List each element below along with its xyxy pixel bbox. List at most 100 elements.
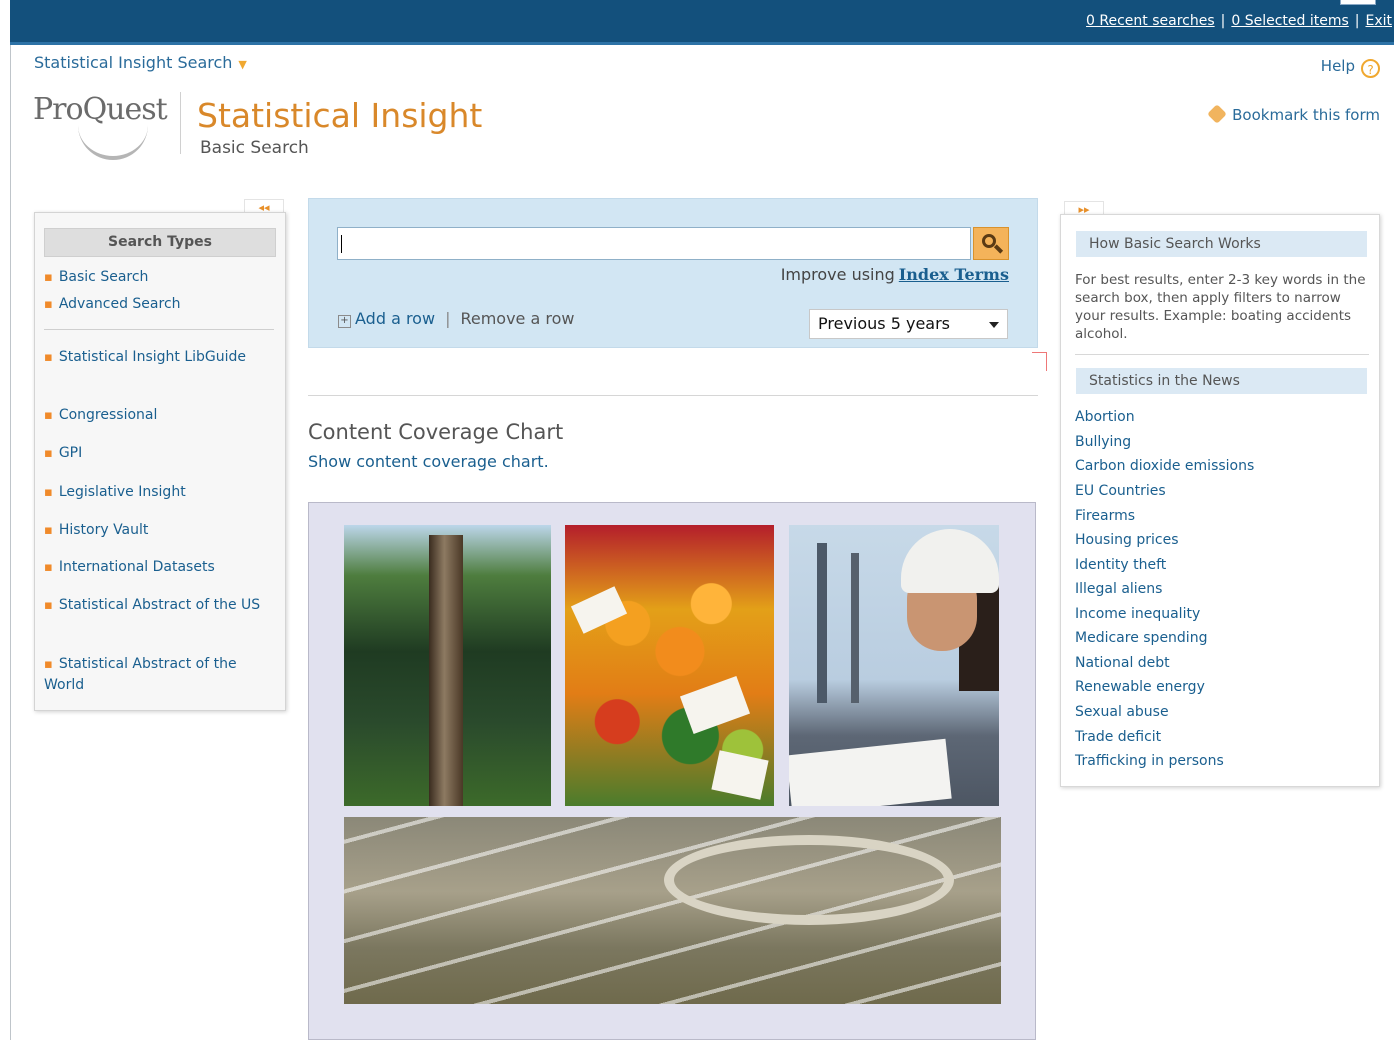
search-button[interactable] <box>973 227 1009 260</box>
logo-swoosh-icon <box>78 120 148 160</box>
nav-advanced-search[interactable]: ▪ Advanced Search <box>44 294 272 315</box>
news-item[interactable]: Sexual abuse <box>1075 702 1169 722</box>
nav-label: Statistical Abstract of the US <box>58 597 261 613</box>
product-subtitle: Basic Search <box>200 138 309 158</box>
news-item[interactable]: Abortion <box>1075 407 1135 427</box>
news-item[interactable]: Firearms <box>1075 506 1135 526</box>
exit-link[interactable]: Exit <box>1365 13 1392 29</box>
bullet-icon: ▪ <box>44 446 53 461</box>
nav-divider <box>44 329 274 330</box>
price-tag <box>679 675 751 735</box>
nav-legislative-insight[interactable]: ▪ Legislative Insight <box>44 482 272 503</box>
selected-items-link[interactable]: 0 Selected items <box>1231 13 1348 29</box>
logo-divider <box>180 92 181 154</box>
row-actions: + Add a row | Remove a row <box>338 309 574 328</box>
nav-label: Statistical Insight LibGuide <box>58 349 247 365</box>
search-types-panel: Search Types ▪ Basic Search ▪ Advanced Sea… <box>34 212 286 711</box>
nav-label: Advanced Search <box>58 296 181 312</box>
news-item[interactable]: National debt <box>1075 653 1170 673</box>
nav-history-vault[interactable]: ▪ History Vault <box>44 520 272 541</box>
nav-basic-search[interactable]: ▪ Basic Search <box>44 267 272 288</box>
improve-label: Improve using <box>780 265 895 284</box>
nav-international-datasets[interactable]: ▪ International Datasets <box>44 557 272 578</box>
topbar-separator: | <box>1220 13 1226 29</box>
recent-searches-link[interactable]: 0 Recent searches <box>1086 13 1215 29</box>
section-divider <box>308 395 1038 396</box>
date-range-value: Previous 5 years <box>818 314 950 333</box>
engineer-photo <box>789 525 999 806</box>
text-cursor <box>341 235 342 253</box>
promo-image-collage <box>308 502 1036 1040</box>
bullet-icon: ▪ <box>44 657 53 672</box>
page-left-border <box>10 0 11 1040</box>
how-basic-search-text: For best results, enter 2-3 key words in… <box>1075 272 1366 342</box>
bullet-icon: ▪ <box>44 408 53 423</box>
news-item[interactable]: Bullying <box>1075 432 1131 452</box>
bullet-icon: ▪ <box>44 270 53 285</box>
topbar-links: 0 Recent searches | 0 Selected items | Exit <box>1086 13 1392 29</box>
bookmark-label: Bookmark this form <box>1232 106 1380 124</box>
nav-abstract-world[interactable]: ▪ Statistical Abstract of the World <box>44 654 272 696</box>
news-item[interactable]: EU Countries <box>1075 481 1166 501</box>
nav-libguide[interactable]: ▪ Statistical Insight LibGuide <box>44 347 272 368</box>
date-range-select[interactable]: Previous 5 years <box>809 309 1008 339</box>
account-badge <box>1340 0 1376 5</box>
nav-gpi[interactable]: ▪ GPI <box>44 443 272 464</box>
magnifier-handle <box>993 244 1004 254</box>
news-item[interactable]: Renewable energy <box>1075 677 1205 697</box>
news-item[interactable]: Medicare spending <box>1075 628 1207 648</box>
hard-hat <box>901 529 999 593</box>
top-navigation-bar: 0 Recent searches | 0 Selected items | Exit <box>10 0 1394 45</box>
help-label: Help <box>1320 57 1355 75</box>
nav-label: International Datasets <box>58 559 215 575</box>
nav-label: Basic Search <box>58 269 149 285</box>
price-tag <box>570 586 628 634</box>
how-basic-search-heading: How Basic Search Works <box>1076 231 1367 257</box>
forest-photo <box>344 525 551 806</box>
highway-loop <box>664 835 954 925</box>
bullet-icon: ▪ <box>44 523 53 538</box>
search-form: Improve using Index Terms + Add a row | Remo… <box>308 198 1038 348</box>
help-link[interactable]: Help? <box>1321 57 1380 78</box>
news-item[interactable]: Income inequality <box>1075 604 1200 624</box>
notepad <box>789 738 952 806</box>
fruit-market-photo <box>565 525 774 806</box>
bullet-icon: ▪ <box>44 297 53 312</box>
show-coverage-chart-link[interactable]: Show content coverage chart. <box>308 452 549 471</box>
add-row-label: Add a row <box>355 309 436 328</box>
remove-row-button[interactable]: Remove a row <box>460 309 574 328</box>
search-types-heading: Search Types <box>44 228 276 257</box>
nav-label: Legislative Insight <box>58 484 186 500</box>
nav-label: GPI <box>58 445 83 461</box>
nav-abstract-us[interactable]: ▪ Statistical Abstract of the US <box>44 595 272 616</box>
nav-label: History Vault <box>58 522 149 538</box>
smokestack <box>817 543 827 703</box>
bullet-icon: ▪ <box>44 350 53 365</box>
tag-icon <box>1207 104 1228 124</box>
news-item[interactable]: Illegal aliens <box>1075 579 1162 599</box>
chevron-down-icon <box>989 322 999 328</box>
statistics-news-heading: Statistics in the News <box>1076 368 1367 394</box>
nav-label: Statistical Abstract of the World <box>44 656 237 693</box>
bookmark-form-link[interactable]: Bookmark this form <box>1207 104 1380 124</box>
app-switcher-dropdown[interactable]: Statistical Insight Search ▼ <box>34 53 247 72</box>
nav-label: Congressional <box>58 407 158 423</box>
caret-down-icon: ▼ <box>238 58 247 71</box>
search-input[interactable] <box>337 227 971 260</box>
app-switcher-label: Statistical Insight Search <box>34 53 233 72</box>
news-item[interactable]: Carbon dioxide emissions <box>1075 456 1254 476</box>
news-item[interactable]: Housing prices <box>1075 530 1179 550</box>
improve-search: Improve using Index Terms <box>781 265 1009 284</box>
nav-congressional[interactable]: ▪ Congressional <box>44 405 272 426</box>
news-item[interactable]: Identity theft <box>1075 555 1166 575</box>
index-terms-link[interactable]: Index Terms <box>899 265 1009 284</box>
news-item[interactable]: Trafficking in persons <box>1075 751 1224 771</box>
bullet-icon: ▪ <box>44 560 53 575</box>
help-sidebar: How Basic Search Works For best results,… <box>1060 214 1380 787</box>
news-item[interactable]: Trade deficit <box>1075 727 1161 747</box>
tree-trunk <box>429 535 463 806</box>
add-row-button[interactable]: + Add a row <box>338 309 435 328</box>
plus-icon: + <box>338 315 351 328</box>
help-icon: ? <box>1361 59 1380 78</box>
content-coverage-title: Content Coverage Chart <box>308 420 564 444</box>
